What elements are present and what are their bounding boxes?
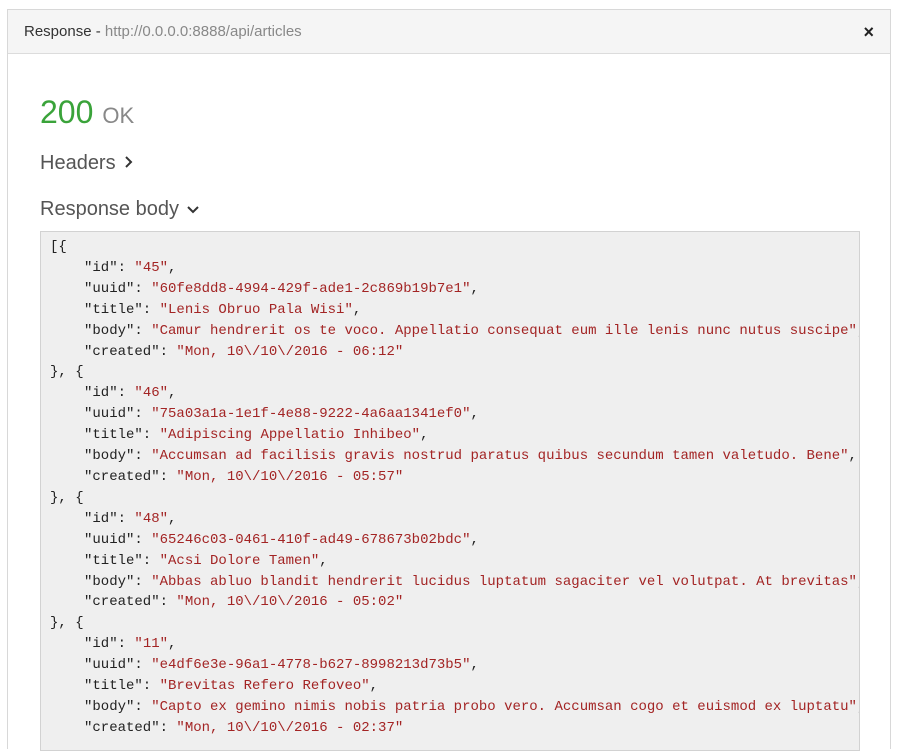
json-key: "title": — [84, 552, 160, 569]
json-key: "body": — [84, 573, 152, 590]
json-value: "Accumsan ad facilisis gravis nostrud pa… — [151, 448, 849, 465]
json-value: "Acsi Dolore Tamen" — [159, 552, 320, 569]
json-key: "uuid": — [84, 531, 152, 548]
json-field-title: "title": "Adipiscing Appellatio Inhibeo"… — [84, 427, 429, 444]
request-url: http://0.0.0.0:8888/api/articles — [104, 23, 302, 40]
json-value: "Lenis Obruo Pala Wisi" — [159, 301, 353, 318]
headers-label: Headers — [40, 152, 116, 174]
json-field-created: "created": "Mon, 10\/10\/2016 - 02:37" — [50, 718, 859, 739]
json-field-title: "title": "Lenis Obruo Pala Wisi", — [84, 301, 362, 318]
json-key: "body": — [84, 448, 152, 465]
json-value: "48" — [134, 510, 169, 527]
panel-title: Response - http://0.0.0.0:8888/api/artic… — [24, 23, 302, 40]
json-value: "Mon, 10\/10\/2016 - 06:12" — [176, 343, 404, 360]
json-key: "created": — [84, 719, 177, 736]
headers-toggle[interactable]: Headers — [40, 152, 133, 175]
json-value: "60fe8dd8-4994-429f-ade1-2c869b19b7e1" — [151, 280, 471, 297]
chevron-right-icon — [124, 156, 133, 171]
json-value: "Adipiscing Appellatio Inhibeo" — [159, 427, 421, 444]
json-key: "uuid": — [84, 657, 152, 674]
json-field-uuid: "uuid": "65246c03-0461-410f-ad49-678673b… — [84, 531, 479, 548]
code-bracket-line: }, { — [50, 364, 84, 381]
response-panel: Response - http://0.0.0.0:8888/api/artic… — [7, 9, 891, 751]
status-text: OK — [102, 103, 135, 128]
json-key: "body": — [84, 322, 152, 339]
json-field-uuid: "uuid": "60fe8dd8-4994-429f-ade1-2c869b1… — [84, 280, 479, 297]
code-bracket-line: [{ — [50, 239, 67, 255]
json-field-id: "id": "46", — [84, 385, 177, 402]
json-key: "created": — [84, 594, 177, 611]
chevron-down-icon — [187, 202, 199, 217]
json-field-id: "id": "48", — [84, 510, 177, 527]
json-field-created: "created": "Mon, 10\/10\/2016 - 05:57" — [50, 467, 859, 488]
json-value: "45" — [134, 259, 169, 276]
json-field-body: "body": "Camur hendrerit os te voco. App… — [50, 321, 859, 342]
code-bracket-line: }, { — [50, 489, 84, 506]
json-key: "created": — [84, 468, 177, 485]
status-code: 200 — [40, 94, 94, 130]
json-key: "title": — [84, 427, 160, 444]
json-value: "Camur hendrerit os te voco. Appellatio … — [151, 322, 857, 339]
json-value: "Mon, 10\/10\/2016 - 05:57" — [176, 468, 404, 485]
json-key: "id": — [84, 259, 135, 276]
json-field-uuid: "uuid": "75a03a1a-1e1f-4e88-9222-4a6aa13… — [84, 406, 479, 423]
close-icon[interactable]: × — [863, 23, 874, 41]
json-key: "id": — [84, 510, 135, 527]
json-key: "title": — [84, 301, 160, 318]
json-field-body: "body": "Accumsan ad facilisis gravis no… — [84, 448, 857, 465]
json-field-id: "id": "45", — [84, 259, 177, 276]
json-field-body: "body": "Abbas abluo blandit hendrerit l… — [50, 572, 859, 593]
response-body-toggle[interactable]: Response body — [40, 198, 199, 221]
json-key: "id": — [84, 636, 135, 653]
json-field-created: "created": "Mon, 10\/10\/2016 - 06:12" — [50, 342, 859, 363]
json-value: "Capto ex gemino nimis nobis patria prob… — [151, 698, 857, 715]
status-line: 200 OK — [40, 94, 134, 131]
json-key: "created": — [84, 343, 177, 360]
json-key: "body": — [84, 698, 152, 715]
json-field-uuid: "uuid": "e4df6e3e-96a1-4778-b627-8998213… — [84, 657, 479, 674]
json-field-title: "title": "Acsi Dolore Tamen", — [84, 552, 328, 569]
json-value: "Mon, 10\/10\/2016 - 05:02" — [176, 594, 404, 611]
response-body-code[interactable]: [{ "id": "45", "uuid": "60fe8dd8-4994-429f… — [40, 231, 860, 751]
json-value: "e4df6e3e-96a1-4778-b627-8998213d73b5" — [151, 657, 471, 674]
json-field-body: "body": "Capto ex gemino nimis nobis pat… — [50, 697, 859, 718]
json-value: "46" — [134, 385, 169, 402]
code-bracket-line: }, { — [50, 615, 84, 632]
json-field-title: "title": "Brevitas Refero Refoveo", — [84, 678, 379, 695]
json-value: "Abbas abluo blandit hendrerit lucidus l… — [151, 573, 857, 590]
json-key: "uuid": — [84, 406, 152, 423]
panel-title-label: Response - — [24, 23, 105, 40]
json-field-created: "created": "Mon, 10\/10\/2016 - 05:02" — [50, 592, 859, 613]
json-key: "uuid": — [84, 280, 152, 297]
response-body-label: Response body — [40, 198, 179, 220]
json-value: "Mon, 10\/10\/2016 - 02:37" — [176, 719, 404, 736]
json-value: "65246c03-0461-410f-ad49-678673b02bdc" — [151, 531, 471, 548]
panel-header: Response - http://0.0.0.0:8888/api/artic… — [8, 10, 890, 54]
json-key: "id": — [84, 385, 135, 402]
json-key: "title": — [84, 678, 160, 695]
json-value: "Brevitas Refero Refoveo" — [159, 678, 370, 695]
json-value: "11" — [134, 636, 169, 653]
json-field-id: "id": "11", — [84, 636, 177, 653]
json-value: "75a03a1a-1e1f-4e88-9222-4a6aa1341ef0" — [151, 406, 471, 423]
